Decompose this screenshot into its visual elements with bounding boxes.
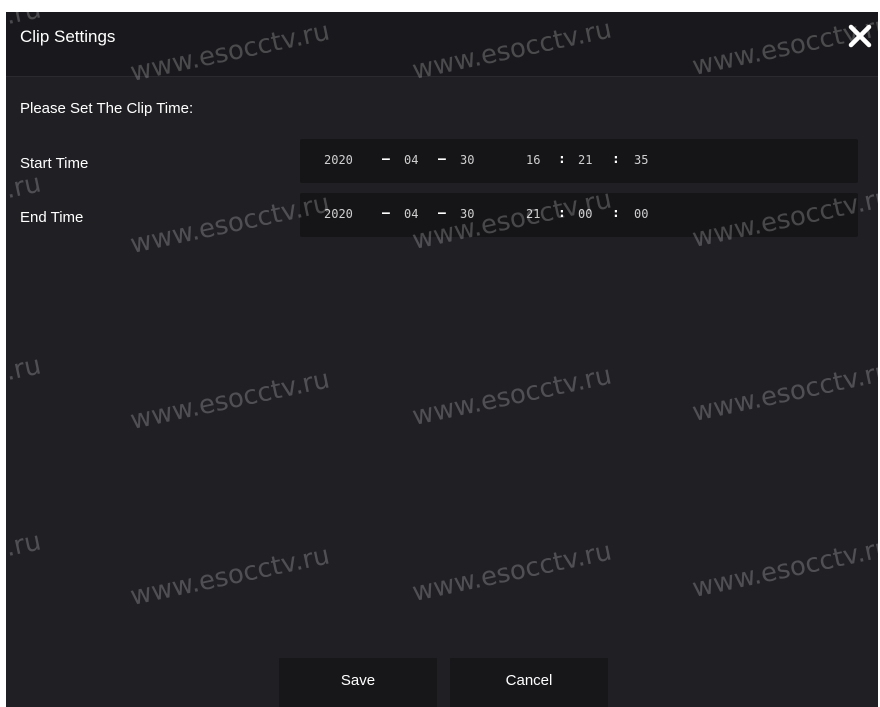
time-separator: :: [612, 206, 620, 221]
start-day[interactable]: 30: [460, 153, 474, 167]
end-minute[interactable]: 00: [578, 207, 592, 221]
start-time-field[interactable]: 2020 – 04 – 30 16 : 21 : 35: [300, 139, 858, 183]
start-month[interactable]: 04: [404, 153, 418, 167]
title-bar: Clip Settings: [6, 12, 878, 77]
start-year[interactable]: 2020: [324, 153, 353, 167]
clip-time-prompt: Please Set The Clip Time:: [20, 100, 194, 117]
start-time-label: Start Time: [20, 155, 89, 172]
start-minute[interactable]: 21: [578, 153, 592, 167]
watermark: www.esocctv.ru: [127, 540, 333, 612]
end-second[interactable]: 00: [634, 207, 648, 221]
watermark: tv.ru: [6, 350, 44, 392]
cancel-button[interactable]: Cancel: [450, 658, 608, 707]
start-hour[interactable]: 16: [526, 153, 540, 167]
watermark: www.esocctv.ru: [409, 360, 615, 432]
close-icon[interactable]: [846, 22, 874, 50]
watermark: tv.ru: [6, 526, 44, 568]
watermark: www.esocctv.ru: [127, 364, 333, 436]
date-separator: –: [438, 206, 446, 221]
end-time-label: End Time: [20, 209, 84, 226]
end-month[interactable]: 04: [404, 207, 418, 221]
save-button[interactable]: Save: [279, 658, 437, 707]
end-year[interactable]: 2020: [324, 207, 353, 221]
watermark: www.esocctv.ru: [689, 532, 878, 604]
watermark: www.esocctv.ru: [689, 356, 878, 428]
start-second[interactable]: 35: [634, 153, 648, 167]
time-separator: :: [612, 152, 620, 167]
clip-settings-dialog: Clip Settings Please Set The Clip Time: …: [6, 12, 878, 707]
end-time-field[interactable]: 2020 – 04 – 30 21 : 00 : 00: [300, 193, 858, 237]
date-separator: –: [438, 152, 446, 167]
time-separator: :: [558, 152, 566, 167]
watermark: tv.ru: [6, 168, 44, 210]
end-day[interactable]: 30: [460, 207, 474, 221]
time-separator: :: [558, 206, 566, 221]
date-separator: –: [382, 206, 390, 221]
watermark: www.esocctv.ru: [409, 536, 615, 608]
dialog-title: Clip Settings: [20, 27, 116, 46]
end-hour[interactable]: 21: [526, 207, 540, 221]
date-separator: –: [382, 152, 390, 167]
